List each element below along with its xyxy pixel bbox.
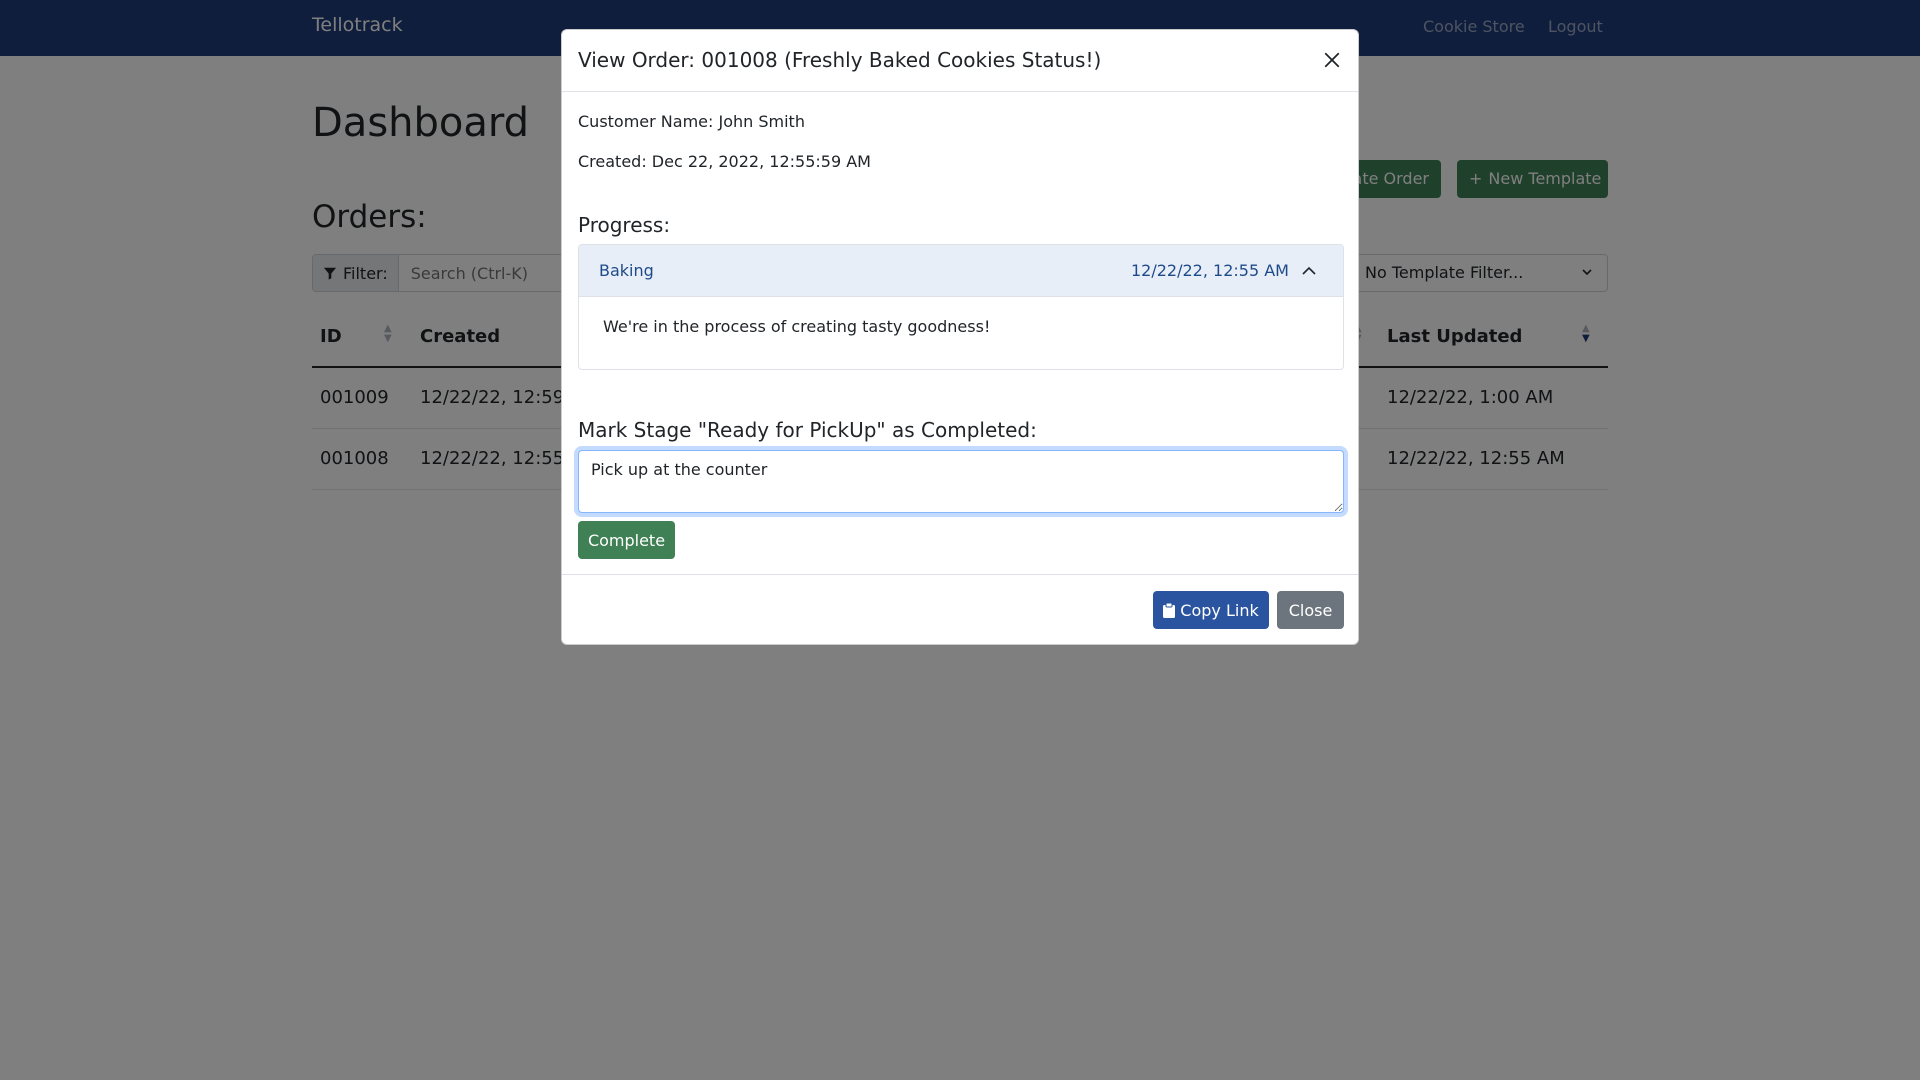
view-order-modal: View Order: 001008 (Freshly Baked Cookie… bbox=[561, 29, 1359, 645]
stage-name: Baking bbox=[599, 261, 654, 280]
stage-message: We're in the process of creating tasty g… bbox=[603, 317, 991, 336]
clipboard-icon bbox=[1163, 602, 1176, 618]
customer-name: Customer Name: John Smith bbox=[578, 112, 805, 131]
close-button[interactable]: Close bbox=[1277, 591, 1344, 629]
stage-timestamp: 12/22/22, 12:55 AM bbox=[1131, 261, 1289, 280]
progress-accordion: Baking 12/22/22, 12:55 AM We're in the p… bbox=[578, 244, 1344, 370]
created-date: Created: Dec 22, 2022, 12:55:59 AM bbox=[578, 152, 871, 171]
modal-header: View Order: 001008 (Freshly Baked Cookie… bbox=[562, 30, 1358, 92]
mark-stage-label: Mark Stage "Ready for PickUp" as Complet… bbox=[578, 418, 1037, 442]
copy-link-button[interactable]: Copy Link bbox=[1153, 591, 1269, 629]
modal-footer: Copy Link Close bbox=[562, 574, 1358, 646]
stage-note-textarea[interactable]: Pick up at the counter bbox=[578, 450, 1344, 513]
accordion-item-baking-header[interactable]: Baking 12/22/22, 12:55 AM bbox=[579, 245, 1343, 297]
complete-button[interactable]: Complete bbox=[578, 521, 675, 559]
progress-heading: Progress: bbox=[578, 213, 671, 237]
copy-link-label: Copy Link bbox=[1180, 600, 1259, 620]
chevron-up-icon bbox=[1302, 266, 1316, 275]
modal-title: View Order: 001008 (Freshly Baked Cookie… bbox=[578, 48, 1102, 72]
close-icon bbox=[1324, 52, 1340, 68]
modal-close-button[interactable] bbox=[1318, 46, 1346, 74]
